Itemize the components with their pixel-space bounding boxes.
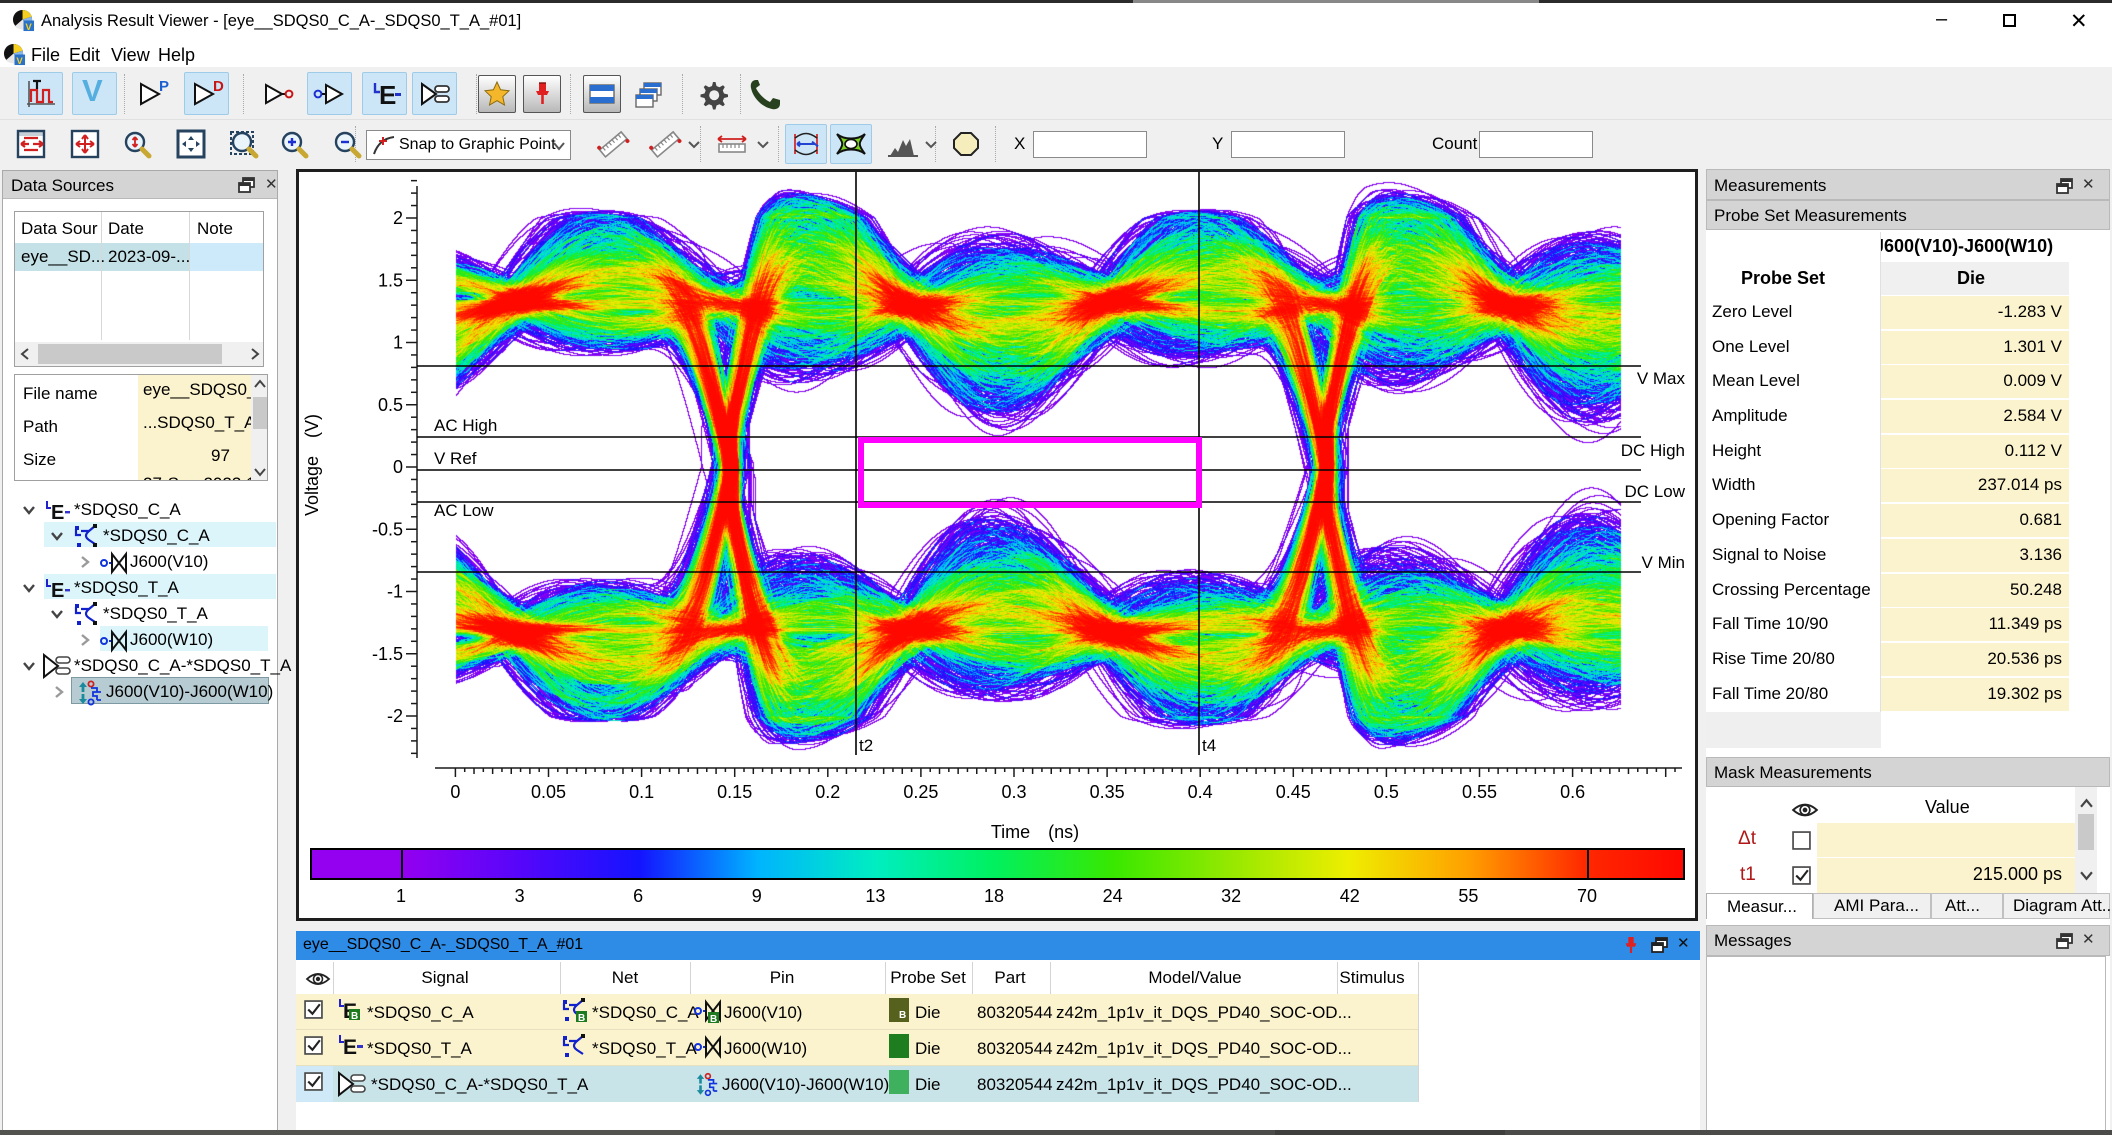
svg-text:V: V [25, 22, 32, 32]
svg-text:0.05: 0.05 [531, 782, 566, 802]
svg-text:B: B [578, 1013, 585, 1024]
svg-text:-2: -2 [387, 706, 403, 726]
svg-text:DC Low: DC Low [1625, 482, 1686, 501]
svg-text:E: E [343, 1036, 357, 1058]
svg-text:t2: t2 [859, 736, 873, 755]
svg-text:V Min: V Min [1642, 553, 1685, 572]
svg-text:1.5: 1.5 [378, 270, 403, 290]
svg-text:E: E [51, 580, 64, 601]
svg-text:2: 2 [393, 208, 403, 228]
svg-text:0.35: 0.35 [1090, 782, 1125, 802]
svg-text:0.45: 0.45 [1276, 782, 1311, 802]
svg-text:-0.5: -0.5 [372, 519, 403, 539]
svg-text:DC High: DC High [1621, 441, 1685, 460]
svg-text:-1.5: -1.5 [372, 644, 403, 664]
svg-text:E: E [379, 80, 396, 110]
svg-text:D: D [213, 78, 224, 95]
svg-text:0.5: 0.5 [378, 395, 403, 415]
svg-text:0.5: 0.5 [1374, 782, 1399, 802]
svg-text:1: 1 [393, 333, 403, 353]
svg-text:0: 0 [450, 782, 460, 802]
svg-text:0: 0 [393, 457, 403, 477]
svg-text:t4: t4 [1202, 736, 1216, 755]
svg-text:E: E [51, 502, 64, 523]
svg-text:V Max: V Max [1637, 369, 1686, 388]
svg-text:0.55: 0.55 [1462, 782, 1497, 802]
svg-text:-1: -1 [387, 582, 403, 602]
svg-text:P: P [159, 78, 169, 95]
svg-text:0.1: 0.1 [629, 782, 654, 802]
svg-text:0.25: 0.25 [903, 782, 938, 802]
svg-text:0.3: 0.3 [1001, 782, 1026, 802]
svg-text:B: B [710, 1014, 717, 1024]
svg-text:V: V [16, 56, 23, 66]
svg-text:0.2: 0.2 [815, 782, 840, 802]
svg-text:Voltage (V): Voltage (V) [302, 414, 322, 516]
svg-text:0.15: 0.15 [717, 782, 752, 802]
svg-text:AC High: AC High [434, 416, 497, 435]
svg-text:0.4: 0.4 [1188, 782, 1213, 802]
svg-text:B: B [351, 1011, 358, 1022]
svg-text:Time (ns): Time (ns) [991, 822, 1079, 842]
svg-text:0.6: 0.6 [1560, 782, 1585, 802]
svg-text:AC Low: AC Low [434, 501, 494, 520]
svg-text:V Ref: V Ref [434, 449, 477, 468]
